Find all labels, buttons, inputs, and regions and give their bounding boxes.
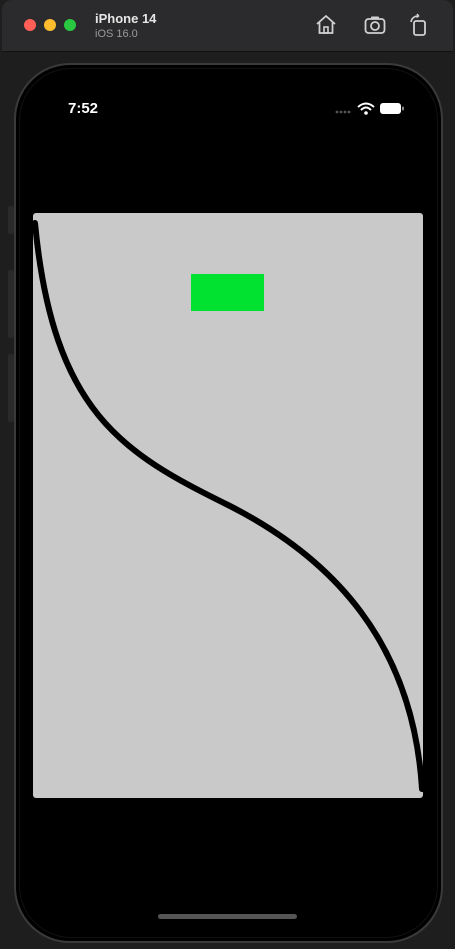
- zoom-window-button[interactable]: [64, 19, 76, 31]
- status-time: 7:52: [68, 100, 99, 117]
- battery-icon: [380, 103, 404, 114]
- close-window-button[interactable]: [24, 19, 36, 31]
- simulator-window: iPhone 14 iOS 16.0 7:52: [0, 0, 455, 949]
- s-curve: [33, 220, 423, 792]
- status-icons: [335, 102, 404, 115]
- screenshot-icon[interactable]: [363, 13, 387, 37]
- home-icon[interactable]: [314, 13, 338, 37]
- device-name: iPhone 14: [95, 11, 157, 26]
- cellular-dots-icon: [335, 110, 351, 114]
- wifi-icon: [357, 102, 375, 115]
- minimize-window-button[interactable]: [44, 19, 56, 31]
- home-indicator[interactable]: [158, 914, 297, 919]
- rotate-icon[interactable]: [407, 13, 431, 37]
- title-bar[interactable]: iPhone 14 iOS 16.0: [2, 0, 453, 52]
- os-version: iOS 16.0: [95, 28, 138, 40]
- drawing-canvas[interactable]: [33, 213, 423, 798]
